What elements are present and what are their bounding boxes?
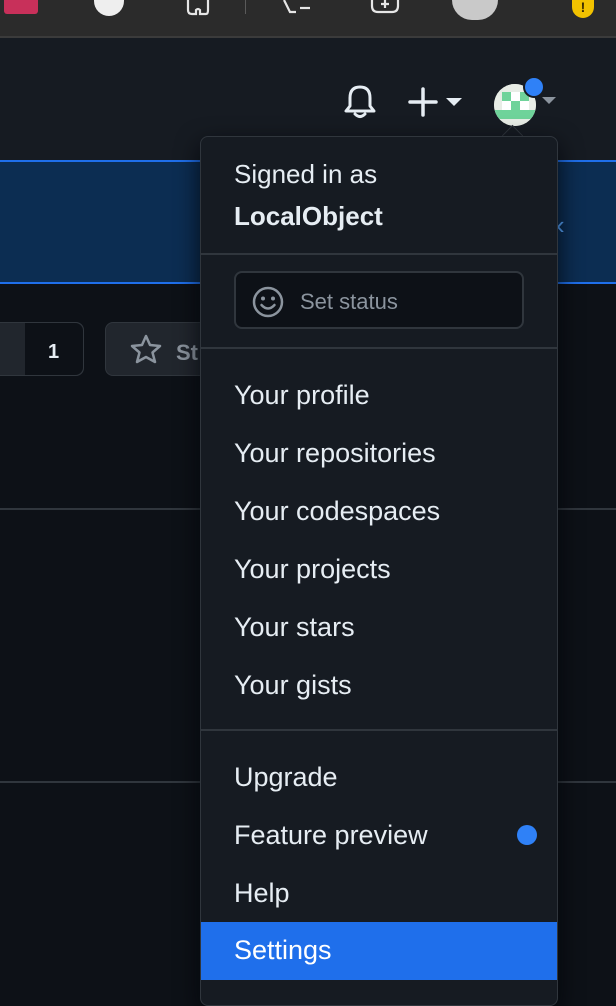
menu-item-your-profile[interactable]: Your profile (201, 367, 557, 425)
watch-count-button[interactable] (0, 322, 84, 376)
signed-in-label: Signed in as (234, 159, 378, 189)
notification-dot-icon (523, 76, 545, 98)
menu-item-label: Your gists (234, 670, 352, 700)
extensions-puzzle-icon[interactable] (184, 0, 212, 18)
menu-item-label: Your repositories (234, 438, 436, 468)
new-indicator-dot-icon (517, 825, 537, 845)
watch-count-value[interactable]: 1 (48, 341, 59, 364)
menu-item-your-gists[interactable]: Your gists (201, 657, 557, 715)
menu-item-help[interactable]: Help (201, 865, 557, 923)
menu-item-your-projects[interactable]: Your projects (201, 541, 557, 599)
menu-item-upgrade[interactable]: Upgrade (201, 749, 557, 807)
menu-item-settings[interactable]: Settings (201, 922, 557, 980)
menu-item-label: Feature preview (234, 820, 428, 850)
bell-icon[interactable] (343, 84, 377, 120)
caret-down-icon[interactable] (542, 97, 556, 104)
star-icon (130, 334, 162, 364)
menu-item-feature-preview[interactable]: Feature preview (201, 807, 557, 865)
username: LocalObject (234, 201, 383, 231)
browser-profile-icon[interactable] (452, 0, 498, 20)
star-button-label[interactable]: St (176, 340, 198, 366)
favorites-icon[interactable] (280, 0, 312, 18)
bilibili-extension-icon[interactable] (4, 0, 38, 14)
menu-item-label: Your profile (234, 380, 370, 410)
menu-item-your-stars[interactable]: Your stars (201, 599, 557, 657)
menu-item-label: Settings (234, 935, 332, 965)
toolbar-divider (245, 0, 246, 14)
set-status-label: Set status (300, 289, 398, 314)
browser-toolbar: ! (0, 0, 616, 38)
menu-item-label: Help (234, 878, 290, 908)
menu-item-label: Upgrade (234, 762, 338, 792)
menu-divider (201, 253, 557, 255)
menu-item-your-repositories[interactable]: Your repositories (201, 425, 557, 483)
menu-item-label: Your projects (234, 554, 391, 584)
menu-divider (201, 729, 557, 731)
smiley-icon (252, 286, 284, 318)
warning-icon[interactable]: ! (572, 0, 594, 18)
create-new-dropdown-icon[interactable] (408, 86, 466, 118)
menu-divider (201, 347, 557, 349)
user-menu-dropdown: Signed in as LocalObject Set status Your… (200, 136, 558, 1006)
extension-icon[interactable] (94, 0, 124, 16)
collections-icon[interactable] (368, 0, 400, 18)
menu-item-your-codespaces[interactable]: Your codespaces (201, 483, 557, 541)
menu-item-label: Your stars (234, 612, 355, 642)
set-status-button[interactable]: Set status (234, 271, 524, 329)
menu-item-label: Your codespaces (234, 496, 441, 526)
